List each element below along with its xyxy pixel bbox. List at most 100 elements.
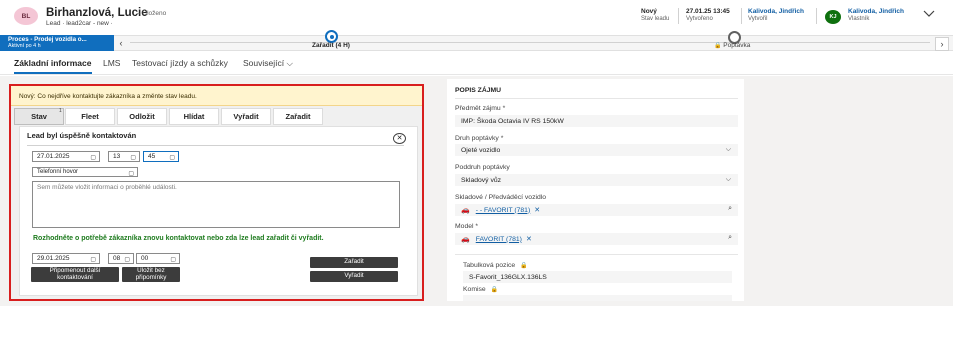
header-divider (741, 8, 742, 24)
calendar-icon[interactable]: ▢ (90, 256, 96, 263)
record-breadcrumb: Lead · lead2car - new · (46, 20, 113, 27)
created-value: 27.01.25 13:45 (686, 8, 730, 15)
commission-label: Komise 🔒 (463, 286, 498, 293)
process-flyout-button[interactable]: Proces - Prodej vozidla o... Aktivní po … (0, 35, 114, 51)
record-title: Birhanzlová, Lucie (46, 7, 148, 19)
process-active-time: Aktivní po 4 h (8, 43, 41, 49)
status-label: Stav leadu (641, 16, 670, 22)
inquiry-subtype-select[interactable]: Skladový vůz ⌵ (455, 174, 738, 186)
record-avatar: BL (14, 7, 38, 25)
chevron-down-icon[interactable] (923, 9, 935, 19)
active-tab-indicator (14, 72, 92, 74)
contact-minute-input[interactable]: 45 ▢ (143, 151, 179, 162)
save-status: – Uloženo (137, 10, 167, 17)
stav-count-badge: 1 (59, 108, 62, 114)
commission-field (463, 295, 732, 301)
table-position-label: Tabulková pozice 🔒 (463, 262, 528, 269)
contact-result-title: Lead byl úspěšně kontaktován (27, 131, 137, 140)
tab-related[interactable]: Související ⌵ (243, 58, 293, 69)
section-title: POPIS ZÁJMU (455, 87, 502, 94)
dropdown-icon[interactable]: ▢ (169, 154, 175, 161)
reminder-hour-value: 08 (113, 255, 121, 262)
notice-text: Nový: Co nejdříve kontaktujte zákazníka … (19, 93, 197, 100)
clear-icon[interactable]: ✕ (526, 235, 532, 243)
dropdown-icon[interactable]: ▢ (130, 154, 136, 161)
action-tab-fleet[interactable]: Fleet (65, 108, 115, 125)
tab-lms[interactable]: LMS (103, 58, 120, 68)
contact-minute-value: 45 (148, 153, 156, 160)
header-field-status: Nový Stav leadu (641, 8, 669, 22)
contact-hour-value: 13 (113, 153, 121, 160)
calendar-icon[interactable]: ▢ (90, 154, 96, 161)
dropdown-icon[interactable]: ▢ (128, 170, 134, 177)
action-tab-hlidat[interactable]: Hlídat (169, 108, 219, 125)
subject-field[interactable]: IMP: Škoda Octavia IV RS 150kW (455, 115, 738, 127)
inquiry-type-select[interactable]: Ojeté vozidlo ⌵ (455, 144, 738, 156)
stock-vehicle-link[interactable]: - - FAVORIT (781) (476, 207, 531, 214)
action-tab-vyradit[interactable]: Vyřadit (221, 108, 271, 125)
process-name: Proces - Prodej vozidla o... (8, 36, 87, 43)
header-field-created-by: Kalivoda, Jindřich Vytvořil (748, 8, 804, 22)
reminder-minute-value: 00 (141, 255, 149, 262)
chevron-left-icon[interactable]: ‹ (116, 37, 126, 49)
reminder-minute-input[interactable]: 00 ▢ (136, 253, 180, 264)
assign-lead-button[interactable]: Zařadit (310, 257, 398, 268)
inquiry-type-value: Ojeté vozidlo (461, 146, 501, 154)
stage-zaradit[interactable]: Zařadit (4 H) (296, 42, 366, 49)
model-lookup[interactable]: 🚗 FAVORIT (781) ✕ ⌕ (455, 233, 738, 245)
action-tab-zaradit[interactable]: Zařadit (273, 108, 323, 125)
table-position-label-text: Tabulková pozice (463, 262, 516, 269)
dropdown-icon[interactable]: ▢ (170, 256, 176, 263)
divider (27, 145, 404, 146)
remind-next-contact-button[interactable]: Připomenout další kontaktování (31, 267, 119, 282)
owner-label: Vlastník (848, 16, 870, 22)
created-by-link[interactable]: Kalivoda, Jindřich (748, 8, 804, 15)
divider (455, 98, 738, 99)
owner-avatar: KJ (825, 10, 841, 24)
stock-vehicle-lookup[interactable]: 🚗 - - FAVORIT (781) ✕ ⌕ (455, 204, 738, 216)
action-tab-odlozit[interactable]: Odložit (117, 108, 167, 125)
close-icon[interactable]: ✕ (393, 133, 406, 144)
dropdown-icon[interactable]: ▢ (124, 256, 130, 263)
clear-icon[interactable]: ✕ (534, 206, 540, 214)
contact-type-value: Telefonní hovor (37, 169, 79, 175)
reminder-date-input[interactable]: 29.01.2025 ▢ (32, 253, 100, 264)
chevron-right-icon[interactable]: › (935, 37, 949, 51)
header-field-owner: Kalivoda, Jindřich Vlastník (848, 8, 904, 22)
header-divider (678, 8, 679, 24)
contact-date-value: 27.01.2025 (37, 153, 70, 160)
owner-link[interactable]: Kalivoda, Jindřich (848, 8, 904, 15)
search-icon[interactable]: ⌕ (728, 234, 732, 242)
subject-label: Předmět zájmu * (455, 105, 506, 112)
tab-test-drives[interactable]: Testovací jízdy a schůzky (132, 58, 228, 68)
created-by-label: Vytvořil (748, 16, 768, 22)
next-step-question: Rozhodněte o potřebě zákazníka znovu kon… (33, 235, 324, 242)
contact-date-input[interactable]: 27.01.2025 ▢ (32, 151, 100, 162)
car-icon: 🚗 (461, 207, 470, 214)
header-divider (816, 8, 817, 24)
business-process-bar (0, 35, 953, 51)
stage-poptavka[interactable]: 🔒 Poptávka (711, 42, 750, 49)
reminder-hour-input[interactable]: 08 ▢ (108, 253, 134, 264)
contact-type-select[interactable]: Telefonní hovor ▢ (32, 167, 138, 177)
inquiry-type-label: Druh poptávky * (455, 135, 504, 142)
commission-label-text: Komise (463, 286, 486, 293)
chevron-down-icon[interactable]: ⌵ (726, 176, 731, 184)
action-tab-stav[interactable]: Stav (14, 108, 64, 125)
event-note-textarea[interactable]: Sem můžete vložit informaci o proběhlé u… (32, 181, 400, 228)
model-label: Model * (455, 223, 479, 230)
stock-vehicle-label: Skladové / Předváděcí vozidlo (455, 194, 547, 201)
lock-icon: 🔒 (520, 263, 528, 269)
chevron-down-icon[interactable]: ⌵ (726, 146, 731, 154)
contact-hour-input[interactable]: 13 ▢ (108, 151, 140, 162)
reminder-date-value: 29.01.2025 (37, 255, 70, 262)
discard-lead-button[interactable]: Vyřadit (310, 271, 398, 282)
model-link[interactable]: FAVORIT (781) (476, 236, 522, 243)
table-position-field: S-Favorit_136GLX.136LS (463, 271, 732, 283)
search-icon[interactable]: ⌕ (728, 205, 732, 213)
tab-basic-info[interactable]: Základní informace (14, 58, 91, 68)
save-without-reminder-button[interactable]: Uložit bez připomínky (122, 267, 180, 282)
subject-value: IMP: Škoda Octavia IV RS 150kW (461, 117, 564, 125)
lock-icon: 🔒 (490, 287, 499, 293)
inquiry-subtype-label: Poddruh poptávky (455, 164, 510, 171)
